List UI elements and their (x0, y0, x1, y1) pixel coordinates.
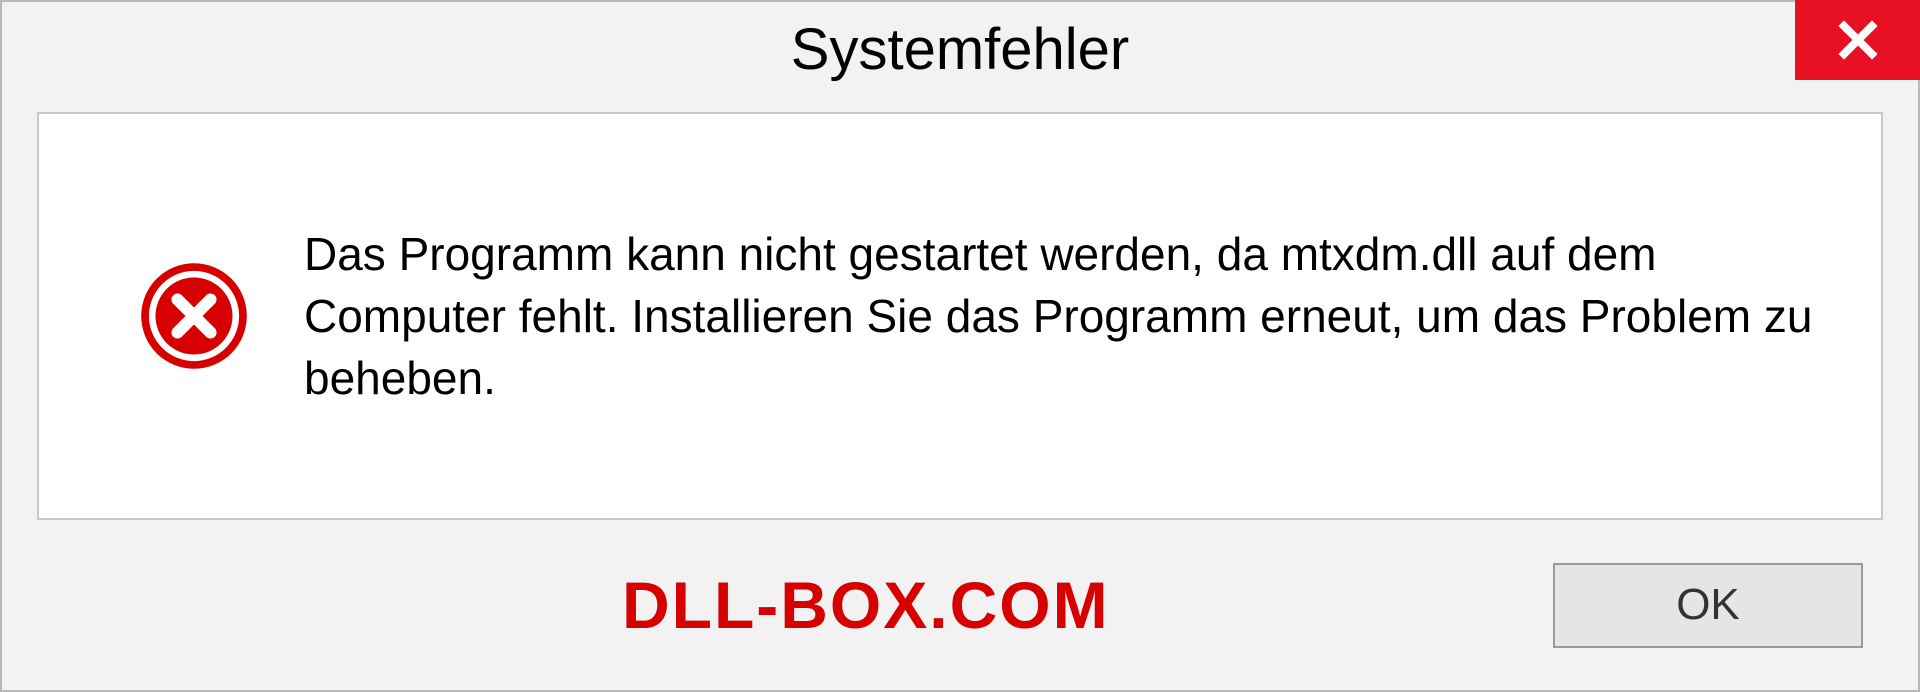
titlebar: Systemfehler (2, 2, 1918, 97)
content-area: Das Programm kann nicht gestartet werden… (37, 112, 1883, 520)
error-message: Das Programm kann nicht gestartet werden… (304, 223, 1821, 409)
ok-button[interactable]: OK (1553, 563, 1863, 648)
watermark-text: DLL-BOX.COM (622, 567, 1110, 643)
close-button[interactable] (1795, 0, 1920, 80)
error-icon (139, 261, 249, 371)
footer: DLL-BOX.COM OK (2, 545, 1918, 690)
dialog-title: Systemfehler (791, 16, 1129, 83)
error-dialog: Systemfehler Das Programm kann nicht ges… (0, 0, 1920, 692)
ok-button-label: OK (1676, 580, 1740, 630)
close-icon (1837, 19, 1879, 61)
